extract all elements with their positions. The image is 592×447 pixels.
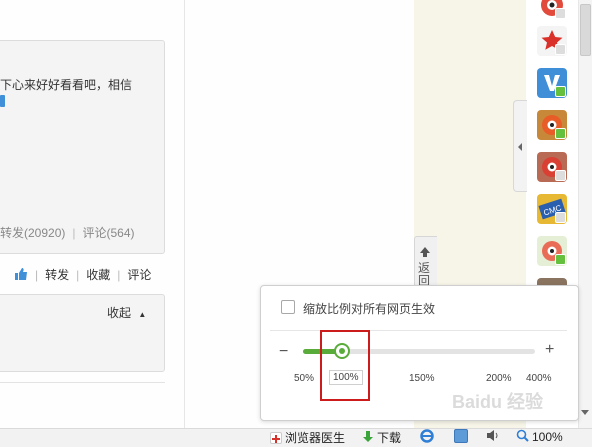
popup-divider [270,330,567,331]
volume-icon[interactable] [486,429,500,442]
repost-count-link[interactable]: 转发(20920) [0,226,65,240]
sidebar-collapse-tab[interactable] [513,100,527,192]
thumb-up-icon[interactable] [14,267,28,281]
comment-action[interactable]: 评论 [127,268,151,282]
comment-count-link[interactable]: 评论(564) [83,226,135,240]
collapse-label: 收起 [107,306,132,320]
scrollbar[interactable] [578,0,592,428]
post-card [0,40,165,254]
scrollbar-thumb[interactable] [580,4,591,56]
repost-action[interactable]: 转发 [45,268,69,282]
zoom-status-label: 100% [532,430,563,444]
v-icon[interactable] [537,68,567,98]
download-label: 下载 [377,431,402,445]
zoom-status-button[interactable]: 100% [516,429,563,445]
watermark: Baidu 经验 [452,392,544,412]
zoom-tick-150[interactable]: 150% [409,373,435,384]
eye-icon[interactable] [537,236,567,266]
download-arrow-icon [362,430,374,446]
download-button[interactable]: 下载 [362,429,401,446]
zoom-tick-200[interactable]: 200% [486,373,512,384]
medical-cross-icon [270,431,282,444]
apply-all-label[interactable]: 缩放比例对所有网页生效 [303,300,435,317]
chevron-left-icon [518,143,522,151]
divider [0,382,165,383]
highlight-box [320,330,370,401]
zoom-tick-50[interactable]: 50% [294,373,314,384]
window-icon[interactable] [454,429,468,443]
magnifier-icon [516,429,529,445]
browser-doctor-label: 浏览器医生 [285,431,346,445]
ie-icon[interactable] [420,429,434,443]
blue-tag [0,95,5,107]
star-icon[interactable] [537,26,567,56]
post-stats: 转发(20920) | 评论(564) [0,226,135,240]
collapse-button[interactable]: 收起 ▲ [107,304,146,321]
scroll-down-icon[interactable] [581,410,589,415]
caret-up-icon: ▲ [138,310,147,319]
cmc-icon[interactable]: CMC [537,194,567,224]
column-divider [184,0,185,446]
action-bar: | 转发 | 收藏 | 评论 [14,266,151,283]
eye-icon[interactable] [537,152,567,182]
post-text: 下心来好好看看吧，相信 [0,78,133,92]
zoom-in-button[interactable]: + [545,341,554,359]
apply-all-checkbox[interactable] [281,300,295,314]
zoom-tick-400[interactable]: 400% [526,373,552,384]
browser-doctor-button[interactable]: 浏览器医生 [270,429,345,446]
favorite-action[interactable]: 收藏 [86,268,110,282]
eye-icon[interactable] [537,110,567,140]
up-arrow-icon [419,246,431,261]
weibo-eye-icon[interactable] [537,0,567,20]
zoom-out-button[interactable]: − [279,343,288,361]
